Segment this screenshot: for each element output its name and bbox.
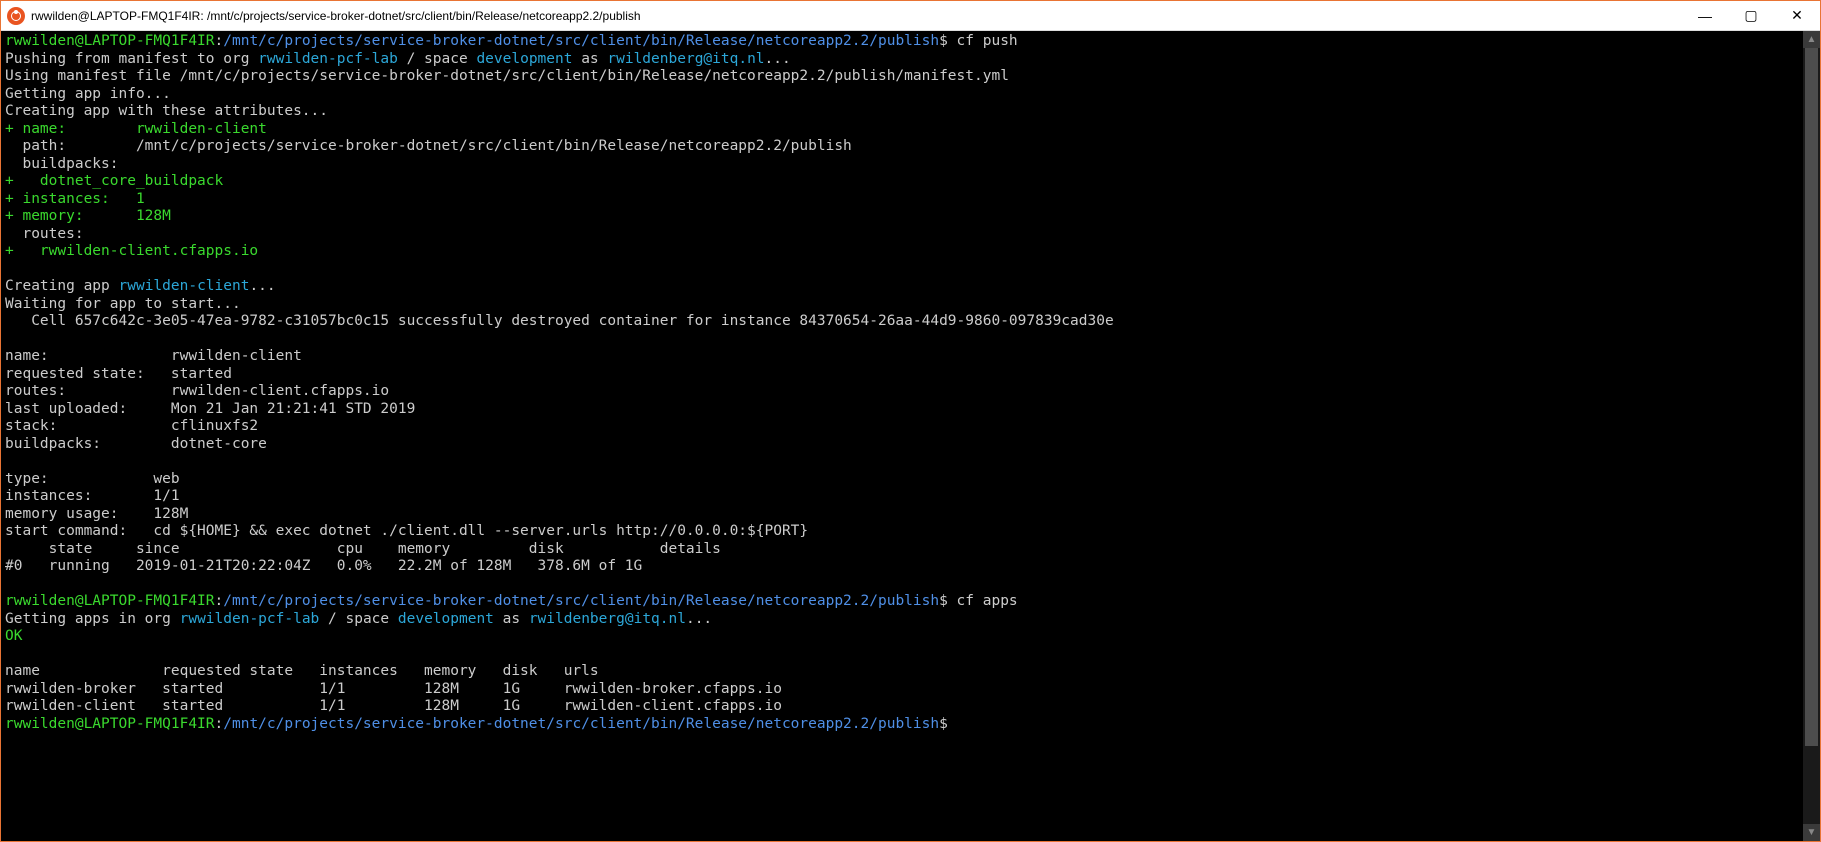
app-name: rwwilden-client: [119, 278, 250, 294]
txt: as: [494, 611, 529, 627]
command-cursor[interactable]: [948, 716, 957, 732]
log-line: Getting app info...: [5, 86, 1799, 104]
log-line: Using manifest file /mnt/c/projects/serv…: [5, 68, 1799, 86]
attr-memory: + memory: 128M: [5, 208, 1799, 226]
attr-buildpacks-label: buildpacks:: [5, 156, 1799, 174]
org-name: rwwilden-pcf-lab: [258, 51, 398, 67]
prompt-sep: :: [215, 33, 224, 49]
apps-table-row: rwwilden-broker started 1/1 128M 1G rwwi…: [5, 681, 1799, 699]
status-bps: buildpacks: dotnet-core: [5, 436, 1799, 454]
scroll-thumb[interactable]: [1805, 48, 1818, 746]
terminal-output[interactable]: rwwilden@LAPTOP-FMQ1F4IR:/mnt/c/projects…: [1, 31, 1803, 841]
prompt-sigil: $: [939, 33, 948, 49]
terminal-area: rwwilden@LAPTOP-FMQ1F4IR:/mnt/c/projects…: [1, 31, 1820, 841]
scrollbar[interactable]: ▲ ▼: [1803, 31, 1820, 841]
attr-buildpack: + dotnet_core_buildpack: [5, 173, 1799, 191]
log-line: Cell 657c642c-3e05-47ea-9782-c31057bc0c1…: [5, 313, 1799, 331]
org-name: rwwilden-pcf-lab: [180, 611, 320, 627]
txt: ...: [765, 51, 791, 67]
scroll-track[interactable]: [1803, 48, 1820, 824]
space-name: development: [476, 51, 572, 67]
txt: ...: [686, 611, 712, 627]
maximize-button[interactable]: ▢: [1728, 1, 1774, 30]
terminal-window: rwwilden@LAPTOP-FMQ1F4IR: /mnt/c/project…: [0, 0, 1821, 842]
status-stack: stack: cflinuxfs2: [5, 418, 1799, 436]
prompt-sigil: $: [939, 593, 948, 609]
scroll-up-button[interactable]: ▲: [1803, 31, 1820, 48]
txt: / space: [319, 611, 398, 627]
txt: Getting apps in org: [5, 611, 180, 627]
status-uploaded: last uploaded: Mon 21 Jan 21:21:41 STD 2…: [5, 401, 1799, 419]
txt: / space: [398, 51, 477, 67]
status-routes: routes: rwwilden-client.cfapps.io: [5, 383, 1799, 401]
log-line: Creating app with these attributes...: [5, 103, 1799, 121]
attr-routes-label: routes:: [5, 226, 1799, 244]
txt: Pushing from manifest to org: [5, 51, 258, 67]
apps-table-row: rwwilden-client started 1/1 128M 1G rwwi…: [5, 698, 1799, 716]
prompt-path: /mnt/c/projects/service-broker-dotnet/sr…: [223, 593, 939, 609]
close-button[interactable]: ✕: [1774, 1, 1820, 30]
log-line: Waiting for app to start...: [5, 296, 1799, 314]
status-type: type: web: [5, 471, 1799, 489]
txt: Creating app: [5, 278, 119, 294]
minimize-button[interactable]: —: [1682, 1, 1728, 30]
prompt-user: rwwilden@LAPTOP-FMQ1F4IR: [5, 593, 215, 609]
prompt-sep: :: [215, 716, 224, 732]
apps-table-header: name requested state instances memory di…: [5, 663, 1799, 681]
status-instances: instances: 1/1: [5, 488, 1799, 506]
prompt-sep: :: [215, 593, 224, 609]
txt: ...: [249, 278, 275, 294]
titlebar[interactable]: rwwilden@LAPTOP-FMQ1F4IR: /mnt/c/project…: [1, 1, 1820, 31]
window-title: rwwilden@LAPTOP-FMQ1F4IR: /mnt/c/project…: [31, 9, 1682, 23]
status-reqstate: requested state: started: [5, 366, 1799, 384]
space-name: development: [398, 611, 494, 627]
prompt-path: /mnt/c/projects/service-broker-dotnet/sr…: [223, 33, 939, 49]
prompt-path: /mnt/c/projects/service-broker-dotnet/sr…: [223, 716, 939, 732]
txt: as: [572, 51, 607, 67]
instance-table-header: state since cpu memory disk details: [5, 541, 1799, 559]
attr-path: path: /mnt/c/projects/service-broker-dot…: [5, 138, 1799, 156]
scroll-down-button[interactable]: ▼: [1803, 824, 1820, 841]
attr-instances: + instances: 1: [5, 191, 1799, 209]
status-memory: memory usage: 128M: [5, 506, 1799, 524]
command-1: cf push: [948, 33, 1018, 49]
prompt-user: rwwilden@LAPTOP-FMQ1F4IR: [5, 33, 215, 49]
ubuntu-icon: [7, 7, 25, 25]
status-startcmd: start command: cd ${HOME} && exec dotnet…: [5, 523, 1799, 541]
prompt-sigil: $: [939, 716, 948, 732]
command-2: cf apps: [948, 593, 1018, 609]
user-email: rwildenberg@itq.nl: [529, 611, 686, 627]
status-name: name: rwwilden-client: [5, 348, 1799, 366]
prompt-user: rwwilden@LAPTOP-FMQ1F4IR: [5, 716, 215, 732]
attr-name: + name: rwwilden-client: [5, 121, 1799, 139]
window-controls: — ▢ ✕: [1682, 1, 1820, 30]
instance-table-row: #0 running 2019-01-21T20:22:04Z 0.0% 22.…: [5, 558, 1799, 576]
ok-line: OK: [5, 628, 1799, 646]
attr-route: + rwwilden-client.cfapps.io: [5, 243, 1799, 261]
user-email: rwildenberg@itq.nl: [607, 51, 764, 67]
